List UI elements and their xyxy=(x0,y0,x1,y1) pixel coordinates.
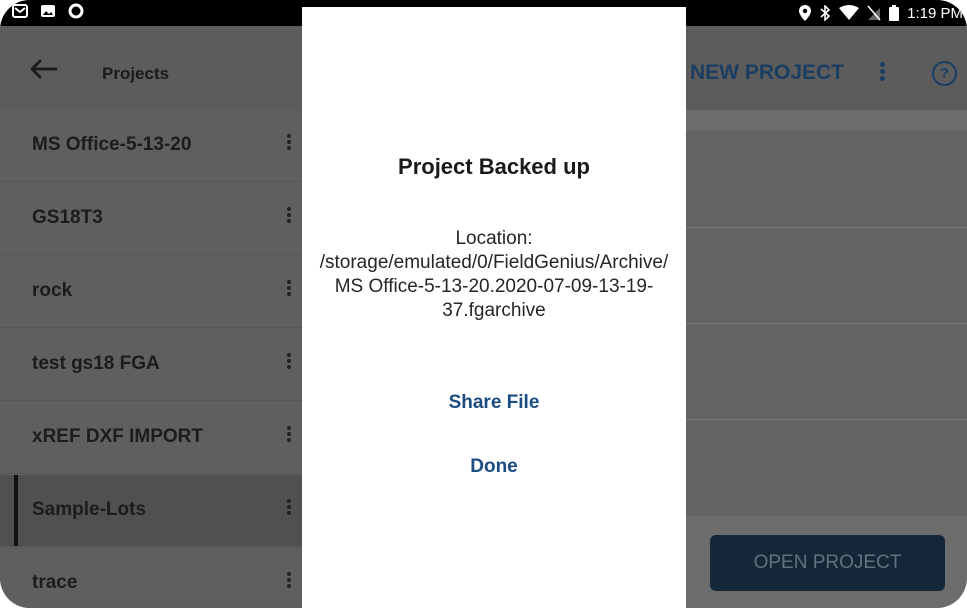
divider xyxy=(686,323,967,324)
item-menu-button[interactable] xyxy=(285,424,293,450)
list-item[interactable]: test gs18 FGA xyxy=(0,329,302,401)
kebab-icon xyxy=(285,134,293,150)
item-menu-button[interactable] xyxy=(285,278,293,304)
back-button[interactable] xyxy=(30,59,58,79)
more-options-button[interactable] xyxy=(878,60,886,86)
open-project-button[interactable]: OPEN PROJECT xyxy=(710,535,945,591)
item-menu-button[interactable] xyxy=(285,205,293,231)
kebab-icon xyxy=(285,572,293,588)
project-name: rock xyxy=(32,280,73,301)
share-file-button[interactable]: Share File xyxy=(302,392,686,414)
project-details-panel xyxy=(686,131,967,516)
project-list: MS Office-5-13-20 GS18T3 rock test gs18 … xyxy=(0,110,302,608)
item-menu-button[interactable] xyxy=(285,497,293,523)
no-sim-icon xyxy=(867,5,881,21)
dialog-title: Project Backed up xyxy=(398,154,590,179)
location-icon xyxy=(799,5,812,21)
kebab-icon xyxy=(285,207,293,223)
circle-icon xyxy=(68,3,84,24)
list-item-selected[interactable]: Sample-Lots xyxy=(0,475,302,547)
item-menu-button[interactable] xyxy=(285,570,293,596)
list-item[interactable]: rock xyxy=(0,256,302,328)
new-project-button[interactable]: NEW PROJECT xyxy=(690,61,844,85)
project-name: xREF DXF IMPORT xyxy=(32,426,204,447)
dialog-message: Location: /storage/emulated/0/FieldGeniu… xyxy=(319,228,669,321)
done-button[interactable]: Done xyxy=(302,456,686,478)
list-item[interactable]: GS18T3 xyxy=(0,183,302,255)
backup-dialog: Project Backed up Location: /storage/emu… xyxy=(302,7,686,608)
project-name: trace xyxy=(32,572,78,593)
divider xyxy=(686,227,967,228)
clock: 1:19 PM xyxy=(907,4,963,22)
battery-icon xyxy=(889,5,900,21)
project-name: test gs18 FGA xyxy=(32,353,160,374)
help-icon[interactable]: ? xyxy=(932,61,957,86)
list-item[interactable]: xREF DXF IMPORT xyxy=(0,402,302,474)
item-menu-button[interactable] xyxy=(285,132,293,158)
wifi-icon xyxy=(839,5,860,21)
image-icon xyxy=(40,4,56,23)
bluetooth-icon xyxy=(819,5,831,21)
project-name: MS Office-5-13-20 xyxy=(32,134,192,155)
selection-indicator xyxy=(14,475,18,546)
kebab-icon xyxy=(285,280,293,296)
device-screen: 1:19 PM Projects NEW PROJECT ? MS Office… xyxy=(0,0,967,608)
arrow-left-icon xyxy=(30,59,58,79)
list-item[interactable]: MS Office-5-13-20 xyxy=(0,110,302,182)
project-name: Sample-Lots xyxy=(32,499,147,520)
divider xyxy=(686,419,967,420)
kebab-icon xyxy=(285,353,293,369)
kebab-icon xyxy=(285,426,293,442)
mail-icon xyxy=(12,3,28,23)
kebab-icon xyxy=(285,499,293,515)
item-menu-button[interactable] xyxy=(285,351,293,377)
kebab-icon xyxy=(878,62,886,81)
project-name: GS18T3 xyxy=(32,207,103,228)
list-item[interactable]: trace xyxy=(0,548,302,608)
page-title: Projects xyxy=(102,64,170,83)
